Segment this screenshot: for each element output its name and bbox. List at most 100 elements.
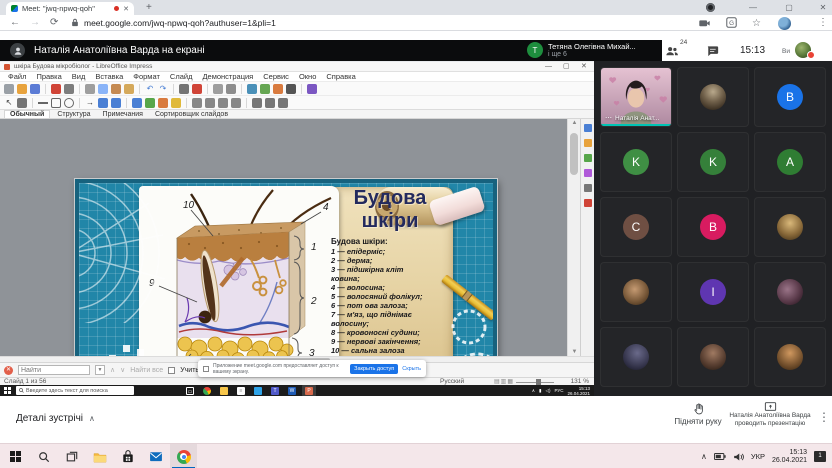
- polygon-icon[interactable]: [111, 98, 121, 108]
- browser-tab[interactable]: Meet: "jwq-npwq-qoh" ✕: [6, 2, 134, 15]
- symbol-shapes-icon[interactable]: [145, 98, 155, 108]
- find-close-icon[interactable]: ✕: [4, 366, 13, 375]
- file-explorer-icon[interactable]: [220, 387, 228, 395]
- flip-icon[interactable]: [205, 98, 215, 108]
- participant-tile[interactable]: [754, 197, 826, 257]
- new-icon[interactable]: [4, 84, 14, 94]
- tray-chevron-icon[interactable]: ∧: [701, 452, 707, 461]
- participant-tile[interactable]: [600, 262, 672, 322]
- rectangle-icon[interactable]: [51, 98, 61, 108]
- participant-tile[interactable]: ⋯Наталія Анат...: [600, 67, 672, 127]
- shared-tray-chevron-icon[interactable]: ∧: [532, 388, 535, 393]
- image-icon[interactable]: [260, 84, 270, 94]
- chrome-icon[interactable]: [203, 387, 211, 395]
- redo-icon[interactable]: ↷: [158, 84, 168, 94]
- curve-icon[interactable]: [98, 98, 108, 108]
- canvas-vertical-scrollbar[interactable]: ▲ ▼: [567, 119, 580, 356]
- word-icon[interactable]: W: [288, 387, 296, 395]
- vertical-scroll-thumb[interactable]: [570, 133, 578, 175]
- participant-tile[interactable]: K: [600, 132, 672, 192]
- meeting-details-button[interactable]: Деталі зустрічі ∧: [16, 413, 95, 424]
- translate-icon[interactable]: G: [726, 17, 737, 28]
- impress-close-icon[interactable]: ✕: [581, 62, 587, 72]
- master-slides-icon[interactable]: [584, 169, 592, 177]
- filter-icon[interactable]: [278, 98, 288, 108]
- forward-button[interactable]: →: [30, 15, 40, 30]
- shared-taskbar-search[interactable]: Введите здесь текст для поиска: [16, 386, 134, 395]
- task-view-icon[interactable]: [64, 449, 79, 464]
- save-icon[interactable]: [30, 84, 40, 94]
- participant-tile[interactable]: B: [754, 67, 826, 127]
- onedrive-icon[interactable]: [254, 387, 262, 395]
- menu-Вставка[interactable]: Вставка: [90, 72, 128, 81]
- slide[interactable]: Будова шкіри Будова шкіри: 1 — епідерміс…: [75, 179, 497, 356]
- participant-tile[interactable]: [677, 67, 749, 127]
- shared-clock[interactable]: 15:13 26.04.2021: [567, 386, 590, 396]
- tile-options-icon[interactable]: ⋯: [605, 114, 612, 122]
- shared-language-indicator[interactable]: РУС: [554, 388, 563, 393]
- menu-Сервис[interactable]: Сервис: [258, 72, 294, 81]
- browser-menu-icon[interactable]: ⋮: [818, 15, 828, 30]
- view-tab-Примечания[interactable]: Примечания: [98, 111, 148, 118]
- spelling-icon[interactable]: [192, 84, 202, 94]
- shadow-icon[interactable]: [252, 98, 262, 108]
- text-box-icon[interactable]: [286, 84, 296, 94]
- basic-shapes-icon[interactable]: [132, 98, 142, 108]
- undo-icon[interactable]: ↶: [145, 84, 155, 94]
- language-indicator[interactable]: УКР: [751, 452, 765, 461]
- zoom-slider[interactable]: [516, 382, 554, 383]
- menu-Файл[interactable]: Файл: [3, 72, 31, 81]
- chat-icon[interactable]: [706, 45, 719, 57]
- participant-tile[interactable]: B: [677, 197, 749, 257]
- menu-Вид[interactable]: Вид: [67, 72, 91, 81]
- block-arrows-icon[interactable]: [158, 98, 168, 108]
- participant-tile[interactable]: [754, 327, 826, 387]
- new-tab-button[interactable]: +: [146, 2, 152, 14]
- participant-tile[interactable]: K: [677, 132, 749, 192]
- participants-preview[interactable]: Т Тетяна Олегівна Михай... і ще 6: [527, 42, 636, 59]
- profile-avatar[interactable]: [778, 17, 791, 30]
- slideshow-icon[interactable]: [307, 84, 317, 94]
- select-icon[interactable]: ↖: [4, 98, 14, 108]
- participant-tile[interactable]: A: [754, 132, 826, 192]
- presenting-status[interactable]: Наталія Анатоліївна Варда проводить през…: [728, 401, 812, 428]
- clone-formatting-icon[interactable]: [124, 84, 134, 94]
- reload-button[interactable]: ⟳: [50, 15, 58, 30]
- open-icon[interactable]: [17, 84, 27, 94]
- stop-sharing-button[interactable]: Закрыть доступ: [350, 364, 398, 374]
- participant-tile[interactable]: C: [600, 197, 672, 257]
- speaker-icon[interactable]: [733, 452, 744, 462]
- menu-Окно[interactable]: Окно: [294, 72, 321, 81]
- shared-start-button[interactable]: [4, 387, 11, 394]
- align-icon[interactable]: [218, 98, 228, 108]
- start-button[interactable]: [8, 449, 23, 464]
- table-icon[interactable]: [247, 84, 257, 94]
- find-dropdown-icon[interactable]: ▼: [95, 365, 105, 375]
- camera-permission-icon[interactable]: [698, 17, 711, 29]
- shared-speaker-icon[interactable]: ◁): [545, 388, 550, 393]
- stars-icon[interactable]: [171, 98, 181, 108]
- view-tab-Структура[interactable]: Структура: [52, 111, 95, 118]
- crop-icon[interactable]: [265, 98, 275, 108]
- participant-tile[interactable]: [677, 327, 749, 387]
- rotate-icon[interactable]: [192, 98, 202, 108]
- find-next-icon[interactable]: ∨: [120, 366, 125, 374]
- find-input[interactable]: [18, 365, 90, 375]
- task-view-icon[interactable]: ▭: [186, 387, 194, 395]
- shared-battery-icon[interactable]: ▮: [539, 388, 541, 393]
- find-all-button[interactable]: Найти все: [130, 367, 163, 374]
- view-tab-Сортировщик слайдов[interactable]: Сортировщик слайдов: [150, 111, 233, 118]
- impress-canvas[interactable]: Будова шкіри Будова шкіри: 1 — епідерміс…: [0, 119, 594, 356]
- bookmark-star-icon[interactable]: ☆: [752, 16, 761, 31]
- insert-line-icon[interactable]: [38, 102, 48, 104]
- arrange-icon[interactable]: [231, 98, 241, 108]
- store-icon[interactable]: [120, 449, 135, 464]
- tab-close-icon[interactable]: ✕: [123, 5, 129, 13]
- impress-presentation-icon[interactable]: P: [305, 387, 313, 395]
- padlock-icon[interactable]: [70, 17, 80, 28]
- paste-icon[interactable]: [111, 84, 121, 94]
- display-grid-icon[interactable]: [213, 84, 223, 94]
- participant-tile[interactable]: I: [677, 262, 749, 322]
- slide-transition-icon[interactable]: [584, 139, 592, 147]
- participants-icon[interactable]: [664, 44, 679, 57]
